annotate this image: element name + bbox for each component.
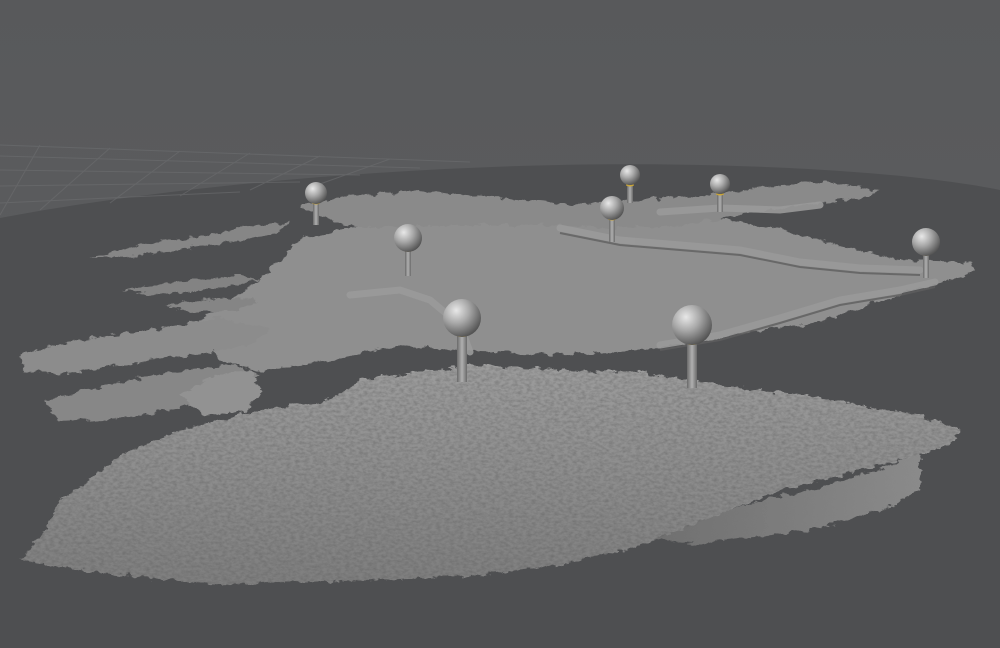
viewport-scene: [0, 0, 1000, 648]
3d-viewport[interactable]: [0, 0, 1000, 648]
